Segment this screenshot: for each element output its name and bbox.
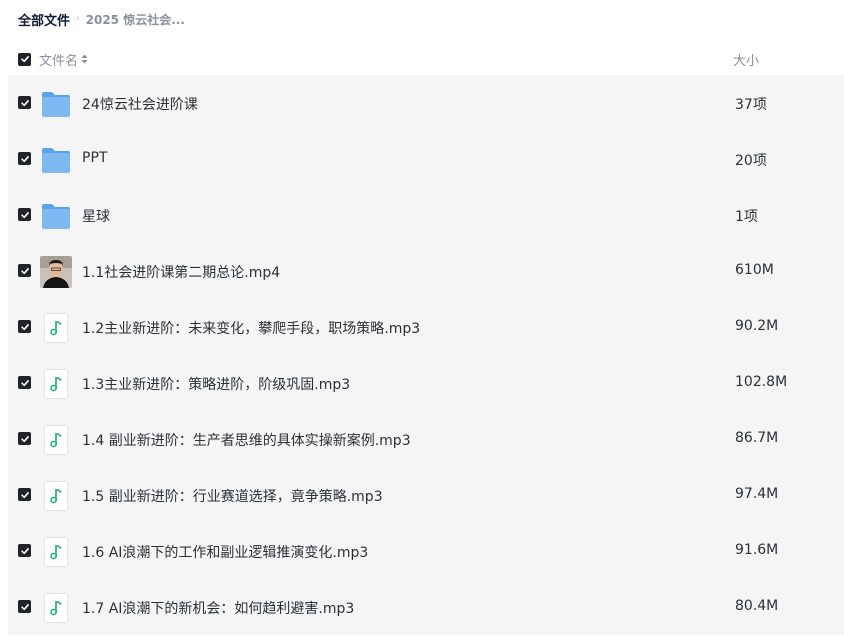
- audio-file-icon: [40, 312, 72, 344]
- file-size: 1项: [735, 209, 758, 225]
- file-name[interactable]: 星球: [82, 206, 110, 226]
- video-thumbnail: [40, 256, 72, 288]
- file-name[interactable]: 1.7 AI浪潮下的新机会：如何趋利避害.mp3: [82, 598, 354, 618]
- file-row[interactable]: 1.1社会进阶课第二期总论.mp4 610M: [8, 243, 844, 299]
- file-name[interactable]: 1.2主业新进阶：未来变化，攀爬手段，职场策略.mp3: [82, 318, 420, 338]
- file-size: 37项: [735, 97, 767, 113]
- file-row[interactable]: 1.4 副业新进阶：生产者思维的具体实操新案例.mp3 86.7M: [8, 411, 844, 467]
- folder-icon: [40, 88, 72, 120]
- breadcrumb: 全部文件 › 2025 惊云社会...: [18, 10, 185, 29]
- file-name[interactable]: 1.1社会进阶课第二期总论.mp4: [82, 262, 280, 282]
- row-checkbox[interactable]: [18, 264, 31, 277]
- file-name[interactable]: 24惊云社会进阶课: [82, 94, 198, 114]
- file-size: 86.7M: [735, 430, 779, 446]
- row-checkbox[interactable]: [18, 488, 31, 501]
- breadcrumb-root[interactable]: 全部文件: [18, 10, 70, 29]
- check-icon: [20, 379, 29, 386]
- audio-file-icon: [40, 424, 72, 456]
- row-checkbox[interactable]: [18, 544, 31, 557]
- folder-icon: [40, 200, 72, 232]
- file-name[interactable]: 1.6 AI浪潮下的工作和副业逻辑推演变化.mp3: [82, 542, 368, 562]
- file-row[interactable]: 24惊云社会进阶课 37项: [8, 75, 844, 131]
- audio-file-icon: [40, 368, 72, 400]
- file-name[interactable]: 1.4 副业新进阶：生产者思维的具体实操新案例.mp3: [82, 430, 411, 450]
- file-name[interactable]: 1.3主业新进阶：策略进阶，阶级巩固.mp3: [82, 374, 350, 394]
- file-row[interactable]: 1.6 AI浪潮下的工作和副业逻辑推演变化.mp3 91.6M: [8, 523, 844, 579]
- file-row[interactable]: 1.7 AI浪潮下的新机会：如何趋利避害.mp3 80.4M: [8, 579, 844, 635]
- column-header-name-label: 文件名: [39, 53, 79, 69]
- file-row[interactable]: 1.2主业新进阶：未来变化，攀爬手段，职场策略.mp3 90.2M: [8, 299, 844, 355]
- file-row[interactable]: 星球 1项: [8, 187, 844, 243]
- audio-file-icon: [40, 536, 72, 568]
- check-icon: [20, 267, 29, 274]
- file-size: 20项: [735, 153, 767, 169]
- select-all-checkbox[interactable]: [18, 52, 31, 66]
- row-checkbox[interactable]: [18, 320, 31, 333]
- row-checkbox[interactable]: [18, 96, 31, 109]
- file-name[interactable]: PPT: [82, 150, 107, 166]
- file-size: 90.2M: [735, 318, 779, 334]
- list-header: 文件名 大小: [18, 50, 828, 69]
- file-row[interactable]: 1.3主业新进阶：策略进阶，阶级巩固.mp3 102.8M: [8, 355, 844, 411]
- row-checkbox[interactable]: [18, 600, 31, 613]
- file-size: 610M: [735, 262, 774, 278]
- file-row[interactable]: 1.5 副业新进阶：行业赛道选择，竟争策略.mp3 97.4M: [8, 467, 844, 523]
- file-size: 97.4M: [735, 486, 779, 502]
- file-browser: 全部文件 › 2025 惊云社会... 文件名 大小 24惊云社会进阶课 37项 P…: [0, 0, 844, 637]
- check-icon: [20, 547, 29, 554]
- audio-file-icon: [40, 480, 72, 512]
- file-name[interactable]: 1.5 副业新进阶：行业赛道选择，竟争策略.mp3: [82, 486, 383, 506]
- check-icon: [20, 603, 29, 610]
- row-checkbox[interactable]: [18, 432, 31, 445]
- file-row[interactable]: PPT 20项: [8, 131, 844, 187]
- column-header-size[interactable]: 大小: [733, 50, 759, 69]
- file-size: 102.8M: [735, 374, 788, 390]
- file-list: 24惊云社会进阶课 37项 PPT 20项星球 1项 1.1社会进阶课第二期总论.mp4 6…: [8, 75, 844, 635]
- check-icon: [20, 323, 29, 330]
- row-checkbox[interactable]: [18, 208, 31, 221]
- breadcrumb-current: 2025 惊云社会...: [85, 12, 185, 27]
- check-icon: [20, 99, 29, 106]
- file-size: 91.6M: [735, 542, 779, 558]
- check-icon: [20, 56, 29, 63]
- column-header-name[interactable]: 文件名: [39, 50, 88, 69]
- check-icon: [20, 211, 29, 218]
- audio-file-icon: [40, 592, 72, 624]
- sort-icon[interactable]: [81, 54, 88, 64]
- check-icon: [20, 435, 29, 442]
- row-checkbox[interactable]: [18, 152, 31, 165]
- file-size: 80.4M: [735, 598, 779, 614]
- row-checkbox[interactable]: [18, 376, 31, 389]
- folder-icon: [40, 144, 72, 176]
- check-icon: [20, 155, 29, 162]
- check-icon: [20, 491, 29, 498]
- breadcrumb-separator-icon: ›: [76, 14, 80, 24]
